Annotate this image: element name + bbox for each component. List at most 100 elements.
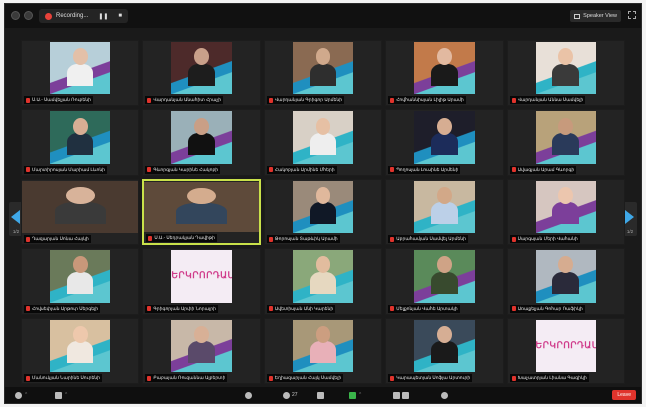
participant-video: ԵՐԿՐՈՐԴԱՄԻ [171,250,232,303]
participant-figure [66,48,94,86]
participant-figure [188,325,215,364]
participant-tile[interactable]: Մանուկյան Նարինե Սուրենի [21,317,140,384]
participant-name: Առաքելյան Գոհար Ռաֆիկի [517,305,583,311]
participant-name: Գևորգյան Կարինե Հակոբի [153,166,219,172]
participant-video [49,319,111,372]
participant-tile[interactable]: Հովհաննիսյան Լիլիթ Արամի [385,40,504,107]
recording-label: Recording... [56,13,89,19]
participant-tile[interactable]: Վարդանյան Անահիտ Հրաչի [142,40,261,107]
share-screen-button[interactable]: ⌃ [349,390,362,400]
muted-microphone-icon [26,167,30,173]
audio-options-caret[interactable]: ⌃ [24,392,28,398]
participant-tile[interactable]: ԵՐԿՐՈՐԴԱՄԻ Գրիգորյան Արփի Նորայրի [142,248,261,315]
muted-microphone-icon [390,236,395,242]
participant-figure [431,48,458,86]
participant-figure [66,256,94,294]
participant-name-tag: Պողոսյան Լուսինե Արմենի [388,165,461,174]
fullscreen-icon[interactable] [628,11,636,19]
share-options-caret[interactable]: ⌃ [358,392,362,398]
pause-recording-button[interactable]: ❚❚ [98,13,108,20]
muted-microphone-icon [511,306,516,312]
zoom-window: Recording... ❚❚ ■ Speaker View 1/2 1/2 Ս… [4,3,642,404]
participant-name-tag: Վարդանյան Գրիգոր Արմենի [266,96,345,105]
video-button[interactable]: ⌃ [55,390,68,400]
participant-video [171,42,232,95]
muted-microphone-icon [390,97,395,103]
participant-tile[interactable]: Մելքոնյան Վահե Արտակի [385,248,504,315]
participant-figure [188,117,215,156]
school-logo-text: ԵՐԿՐՈՐԴԱՄԻ [171,270,232,281]
muted-microphone-icon [511,97,516,103]
meeting-controls-toolbar: ⌃ ⌃ 27 ⌃ Leave [5,387,641,403]
record-button[interactable] [393,390,409,400]
participant-name: Վարդանյան Գրիգոր Արմենի [274,97,343,103]
participant-tile[interactable]: Պողոսյան Լուսինե Արմենի [385,109,504,176]
participant-tile[interactable]: Գևորգյան Կարինե Հակոբի [142,109,261,176]
participant-name: Խաչատրյան Լիանա Գագիկի [517,375,587,380]
participant-tile[interactable]: Ավետիսյան Անի Կարենի [263,248,383,315]
participant-tile[interactable]: Թորոսյան Տաթևիկ Արամի [263,178,383,246]
stop-recording-button[interactable]: ■ [118,13,122,19]
video-options-caret[interactable]: ⌃ [64,392,68,398]
muted-microphone-icon [268,375,273,381]
participant-figure [176,187,227,224]
chat-icon [317,391,324,399]
participant-video [292,319,354,372]
muted-microphone-icon [390,306,395,312]
participant-name-tag: Սարգսյան Մերի Վահանի [509,235,580,244]
speaker-view-button[interactable]: Speaker View [570,10,621,22]
participants-button[interactable]: 27 [283,390,298,400]
participant-tile[interactable]: Վարդանյան Աննա Սամվելի [506,40,625,107]
reactions-button[interactable] [441,390,448,400]
participant-tile[interactable]: Առաքելյան Գոհար Ռաֆիկի [506,248,625,315]
muted-microphone-icon [268,97,273,103]
participant-name-tag: Հովհաննիսյան Լիլիթ Արամի [388,96,466,105]
participant-video [535,250,597,303]
participant-tile[interactable]: ԵՐԿՐՈՐԴԱՄԻ Խաչատրյան Լիանա Գագիկի [506,317,625,384]
next-page-button[interactable]: 1/2 [623,202,637,236]
participant-video [292,180,354,234]
breakout-icon [402,391,409,399]
participant-video [171,111,232,164]
participant-name-tag: Ավագյան Արամ Գևորգի [509,165,577,174]
participant-tile[interactable]: Աբրահամյան Սամվել Արմենի [385,178,504,246]
participant-tile[interactable]: Մարտիրոսյան Մարիամ Լևոնի [21,109,140,176]
leave-meeting-button[interactable]: Leave [612,390,636,400]
muted-microphone-icon [511,375,516,381]
participant-tile[interactable]: Ավագյան Արամ Գևորգի [506,109,625,176]
participant-tile[interactable]: Վարդանյան Գրիգոր Արմենի [263,40,383,107]
muted-microphone-icon [26,97,30,103]
participant-tile[interactable]: Կարապետյան Սոֆյա Արտուրի [385,317,504,384]
participant-name-tag: Կարապետյան Սոֆյա Արտուրի [388,374,473,382]
participant-tile[interactable]: Ս.Ա.- Սամվելյան Ռուբենի [21,40,140,107]
participant-name: Մանուկյան Նարինե Սուրենի [32,375,100,380]
participant-name: Պողոսյան Լուսինե Արմենի [396,166,459,172]
window-close-button[interactable] [11,11,20,20]
participant-name-tag: Աբրահամյան Սամվել Արմենի [388,235,468,244]
muted-microphone-icon [511,167,516,173]
mute-button[interactable]: ⌃ [15,390,28,400]
window-minimize-button[interactable] [24,11,33,20]
participant-tile[interactable]: Բաբայան Ռուզաննա Ալբերտի [142,317,261,384]
muted-microphone-icon [147,97,152,103]
microphone-icon [15,391,22,399]
participant-figure [309,325,337,364]
chat-button[interactable] [317,390,324,400]
participant-name: Գրիգորյան Արփի Նորայրի [153,305,216,311]
participant-tile[interactable]: Ղազարյան Սոնա Հայկի [21,178,140,246]
participant-figure [552,48,580,86]
participant-tile[interactable]: Հակոբյան Արմինե Մհերի [263,109,383,176]
muted-microphone-icon [268,167,273,173]
participant-name-tag: Ս.Ա.- Սամվելյան Ռուբենի [24,96,93,105]
participant-tile[interactable]: Ս.Ա.- Սեդրակյան Դավիթի [142,178,261,246]
security-button[interactable] [245,390,252,400]
participant-tile[interactable]: Եղիազարյան Հայկ Սամվելի [263,317,383,384]
participant-figure [309,48,337,86]
speaker-view-label: Speaker View [583,13,617,19]
participant-tile[interactable]: Հովսեփյան Արթուր Սերգեյի [21,248,140,315]
participant-name: Վարդանյան Անահիտ Հրաչի [153,97,222,103]
participant-figure [552,117,580,156]
participant-name-tag: Վարդանյան Անահիտ Հրաչի [145,96,224,105]
participant-tile[interactable]: Սարգսյան Մերի Վահանի [506,178,625,246]
participant-video [414,250,475,303]
